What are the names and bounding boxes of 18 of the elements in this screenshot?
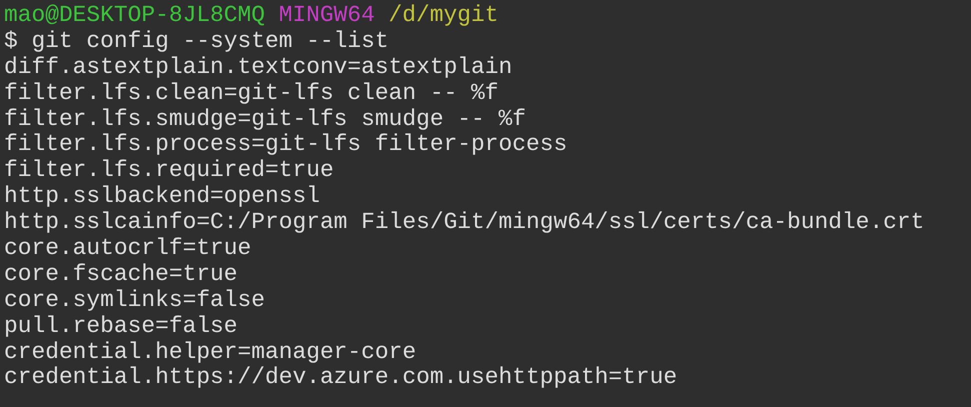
prompt-text: mao@DESKTOP-8JL8CMQ [4, 3, 265, 29]
output-line: filter.lfs.clean=git-lfs clean -- %f [4, 80, 499, 107]
output-line: filter.lfs.smudge=git-lfs smudge -- %f [4, 106, 526, 132]
output-line: core.fscache=true [4, 262, 238, 288]
prompt-symbol: $ [4, 28, 18, 55]
output-line: credential.helper=manager-core [4, 340, 416, 366]
output-line: credential.https://dev.azure.com.usehttppath=true [4, 365, 678, 392]
output-line: diff.astextplain.textconv=astextplain [4, 54, 512, 81]
output-line: filter.lfs.process=git-lfs filter-process [4, 132, 568, 158]
output-line: core.autocrlf=true [4, 236, 252, 262]
output-line: http.sslbackend=openssl [4, 184, 320, 210]
output-line: http.sslcainfo=C:/Program Files/Git/mingw64/ssl/certs/ca-bundle.crt [4, 210, 924, 236]
prompt-text: MINGW64 [278, 3, 375, 29]
command-text: git config --system --list [31, 28, 389, 55]
output-line: pull.rebase=false [4, 314, 238, 340]
output-line: filter.lfs.required=true [4, 158, 334, 184]
prompt-text: /d/mygit [388, 3, 498, 29]
output-line: core.symlinks=false [4, 288, 265, 314]
